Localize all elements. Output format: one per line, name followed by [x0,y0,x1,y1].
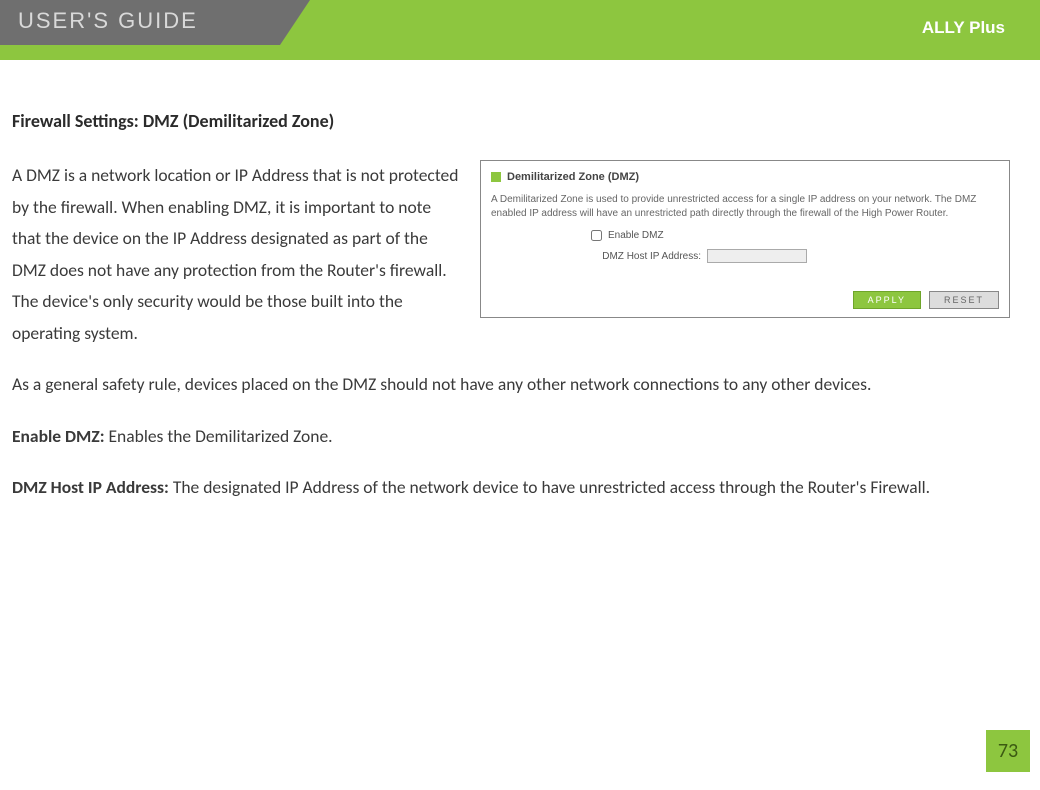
header-brand: ALLY Plus [922,18,1005,38]
dmz-host-ip-input[interactable] [707,249,807,263]
dmz-host-term: DMZ Host IP Address: [12,476,169,498]
apply-button[interactable]: APPLY [853,291,921,309]
dmz-host-ip-label: DMZ Host IP Address: [591,251,701,262]
square-bullet-icon [491,172,501,182]
paragraph-safety: As a general safety rule, devices placed… [12,369,1010,401]
dmz-host-desc: The designated IP Address of the network… [169,476,930,498]
screenshot-title: Demilitarized Zone (DMZ) [507,171,639,183]
paragraph-enable: Enable DMZ: Enables the Demilitarized Zo… [12,421,1010,453]
section-title: Firewall Settings: DMZ (Demilitarized Zo… [12,110,1010,132]
screenshot-description: A Demilitarized Zone is used to provide … [491,193,999,220]
header-left-triangle [280,0,310,45]
enable-dmz-desc: Enables the Demilitarized Zone. [105,425,333,447]
header-title: USER'S GUIDE [18,8,198,34]
enable-dmz-label: Enable DMZ [608,230,664,241]
enable-dmz-checkbox[interactable] [591,230,602,241]
dmz-screenshot-panel: Demilitarized Zone (DMZ) A Demilitarized… [480,160,1010,318]
enable-dmz-term: Enable DMZ: [12,425,105,447]
page-content: Firewall Settings: DMZ (Demilitarized Zo… [0,60,1040,524]
page-header: USER'S GUIDE ALLY Plus [0,0,1040,60]
reset-button[interactable]: RESET [929,291,999,309]
page-number: 73 [986,730,1030,772]
paragraph-host: DMZ Host IP Address: The designated IP A… [12,472,1010,504]
